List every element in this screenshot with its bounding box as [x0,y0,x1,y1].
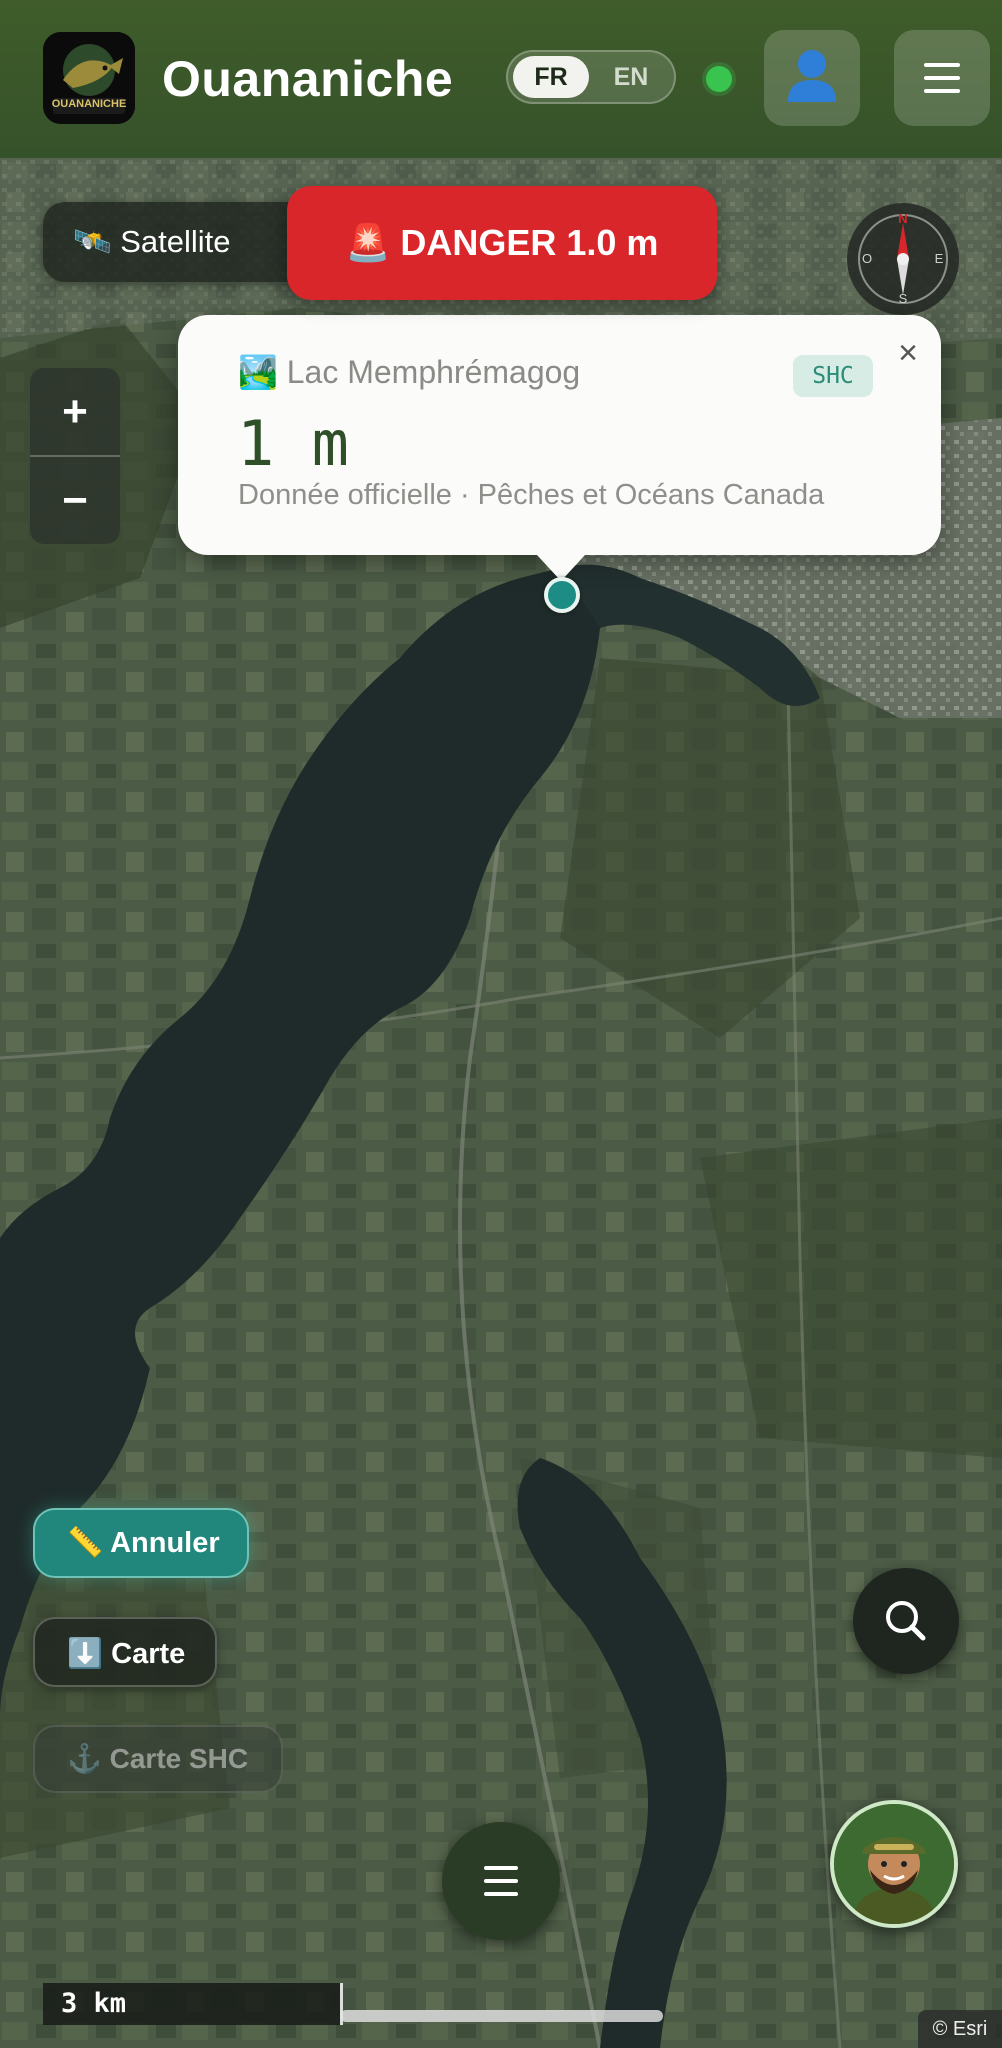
depth-info-popup: 🏞️ Lac Memphrémagog 1 m Donnée officiell… [178,315,941,555]
depth-value: 1 m [237,407,349,480]
shc-chart-button[interactable]: ⚓ Carte SHC [33,1725,283,1793]
hamburger-icon [484,1866,518,1896]
assistant-avatar-button[interactable] [830,1800,958,1928]
connection-status-indicator [706,66,732,92]
lake-name: 🏞️ Lac Memphrémagog [238,354,581,390]
zoom-out-button[interactable]: − [30,457,120,544]
logo-text: OUANANICHE [51,98,127,110]
app-header: OUANANICHE Ouananiche FR EN [0,0,1002,158]
map-search-button[interactable] [853,1568,959,1674]
compass-west-label: O [861,251,873,266]
bottom-menu-button[interactable] [442,1822,560,1940]
hamburger-icon [924,63,960,93]
download-map-button[interactable]: ⬇️ Carte [33,1617,217,1687]
search-icon [886,1601,926,1641]
main-menu-button[interactable] [894,30,990,126]
app-title: Ouananiche [162,51,454,107]
user-profile-button[interactable] [764,30,860,126]
map-scale-bar: 3 km [43,1983,343,2025]
user-icon [788,50,836,102]
lang-option-fr[interactable]: FR [513,56,589,98]
compass-button[interactable]: N S E O [847,203,959,315]
app-logo[interactable]: OUANANICHE [43,32,135,124]
fisherman-avatar-icon [834,1804,954,1924]
compass-east-label: E [934,251,944,266]
data-source: Donnée officielle · Pêches et Océans Can… [238,479,825,511]
home-indicator[interactable] [340,2010,663,2022]
danger-depth-alert: 🚨 DANGER 1.0 m [287,186,717,300]
measure-cancel-button[interactable]: 📏 Annuler [33,1508,249,1578]
zoom-controls: + − [30,368,120,544]
language-toggle[interactable]: FR EN [506,50,676,104]
selected-location-marker[interactable] [544,577,580,613]
shc-badge: SHC [793,355,873,397]
map-layer-toggle-button[interactable]: 🛰️ Satellite [43,202,313,282]
compass-south-label: S [898,291,908,306]
map-attribution[interactable]: © Esri [918,2010,1002,2048]
lang-option-en[interactable]: EN [593,56,669,98]
zoom-in-button[interactable]: + [30,368,120,455]
popup-close-button[interactable]: × [888,333,928,373]
compass-north-label: N [898,211,908,226]
